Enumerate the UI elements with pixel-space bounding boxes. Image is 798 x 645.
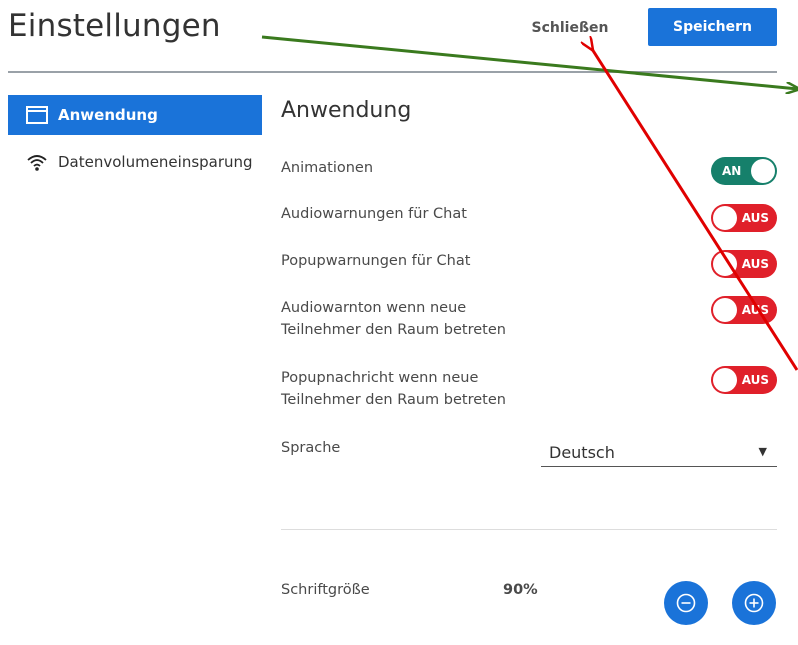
plus-circle-icon	[744, 593, 764, 613]
sidebar-item-label: Datenvolumeneinsparung	[58, 153, 253, 171]
section-divider	[281, 529, 777, 530]
language-label: Sprache	[281, 440, 341, 456]
header-divider	[8, 71, 777, 73]
increase-font-button[interactable]	[732, 581, 776, 625]
font-size-label: Schriftgröße	[281, 582, 370, 598]
setting-label-popupnachricht-teilnehmer: Popupnachricht wenn neue Teilnehmer den …	[281, 370, 506, 408]
toggle-knob	[713, 298, 737, 322]
decrease-font-button[interactable]	[664, 581, 708, 625]
sidebar-item-label: Anwendung	[58, 106, 158, 124]
close-button[interactable]: Schließen	[520, 10, 620, 46]
toggle-knob	[713, 206, 737, 230]
toggle-animationen[interactable]: AN	[711, 157, 777, 185]
setting-label-animationen: Animationen	[281, 160, 374, 176]
toggle-state: AUS	[741, 211, 769, 225]
window-icon	[26, 105, 50, 125]
save-button[interactable]: Speichern	[648, 8, 777, 46]
toggle-state: AN	[722, 164, 742, 178]
toggle-popupnachricht-teilnehmer[interactable]: AUS	[711, 366, 777, 394]
language-value: Deutsch	[549, 443, 615, 462]
sidebar-item-anwendung[interactable]: Anwendung	[8, 95, 262, 135]
toggle-knob	[713, 368, 737, 392]
wifi-icon	[26, 152, 50, 172]
toggle-knob	[751, 159, 775, 183]
setting-label-audiowarnungen-chat: Audiowarnungen für Chat	[281, 206, 467, 222]
toggle-knob	[713, 252, 737, 276]
toggle-state: AUS	[741, 303, 769, 317]
toggle-audiowarnungen-chat[interactable]: AUS	[711, 204, 777, 232]
toggle-state: AUS	[741, 257, 769, 271]
section-title: Anwendung	[281, 98, 412, 123]
toggle-audiowarnton-teilnehmer[interactable]: AUS	[711, 296, 777, 324]
sidebar-item-datenvolumeneinsparung[interactable]: Datenvolumeneinsparung	[8, 142, 262, 182]
page-title: Einstellungen	[8, 8, 221, 44]
toggle-popupwarnungen-chat[interactable]: AUS	[711, 250, 777, 278]
setting-label-popupwarnungen-chat: Popupwarnungen für Chat	[281, 253, 471, 269]
minus-circle-icon	[676, 593, 696, 613]
toggle-state: AUS	[741, 373, 769, 387]
font-size-value: 90%	[503, 582, 538, 598]
setting-label-audiowarnton-teilnehmer: Audiowarnton wenn neue Teilnehmer den Ra…	[281, 300, 506, 338]
caret-down-icon: ▼	[758, 445, 767, 458]
language-select[interactable]: Deutsch ▼	[541, 435, 777, 467]
